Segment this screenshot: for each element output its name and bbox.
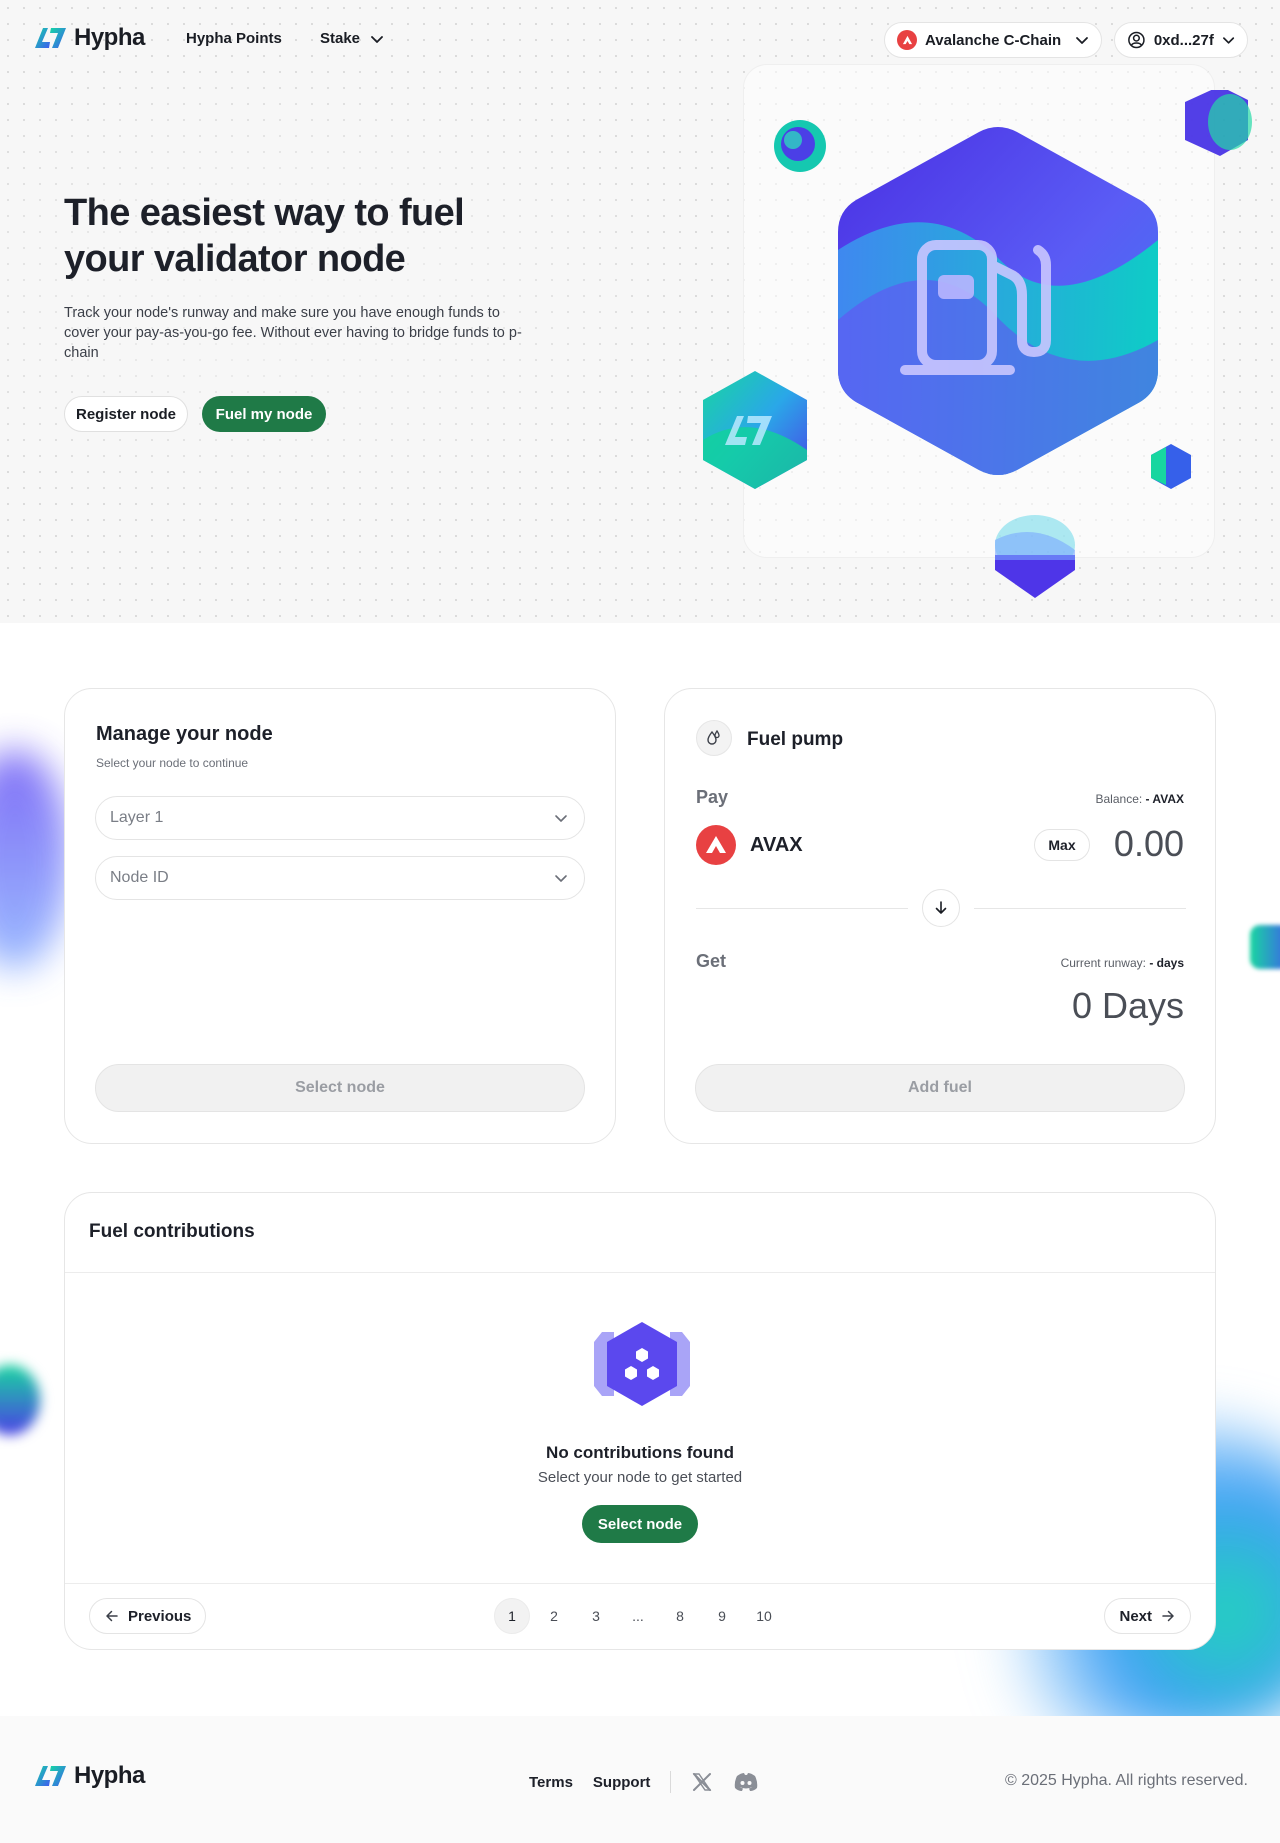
pagination: 1 2 3 ... 8 9 10: [494, 1598, 782, 1634]
next-label: Next: [1119, 1607, 1152, 1625]
divider-left: [696, 908, 908, 909]
manage-node-card: Manage your node Select your node to con…: [64, 688, 616, 1144]
page-3[interactable]: 3: [578, 1598, 614, 1634]
add-fuel-button[interactable]: Add fuel: [695, 1064, 1185, 1112]
network-selector[interactable]: Avalanche C-Chain: [884, 22, 1102, 58]
page-10[interactable]: 10: [746, 1598, 782, 1634]
contributions-title: Fuel contributions: [89, 1221, 255, 1242]
nav-stake-label: Stake: [320, 30, 361, 47]
previous-page-button[interactable]: Previous: [89, 1598, 207, 1634]
avalanche-icon: [897, 30, 917, 50]
big-hexagon: [838, 127, 1158, 475]
get-days-value: 0 Days: [1071, 985, 1184, 1026]
manage-subtitle: Select your node to continue: [96, 756, 249, 770]
footer: Hypha Terms Support © 2025 Hypha. All ri…: [0, 1716, 1280, 1843]
chevron-down-icon: [555, 875, 567, 882]
drops-icon: [696, 720, 732, 756]
runway-text: Current runway: - days: [1061, 956, 1184, 970]
avalanche-icon: [696, 825, 736, 865]
max-button[interactable]: Max: [1034, 829, 1090, 861]
page-8[interactable]: 8: [662, 1598, 698, 1634]
nav-stake-dropdown[interactable]: Stake: [320, 30, 384, 47]
side-blob-left-bottom: [0, 1365, 40, 1435]
account-selector[interactable]: 0xd...27f: [1114, 22, 1248, 58]
copyright: © 2025 Hypha. All rights reserved.: [1004, 1772, 1248, 1789]
arrow-down-icon: [935, 901, 947, 914]
fuel-pump-card: Fuel pump Pay Balance: - AVAX AVAX Max 0…: [664, 688, 1216, 1144]
discord-icon[interactable]: [733, 1772, 759, 1792]
next-page-button[interactable]: Next: [1104, 1598, 1191, 1634]
chevron-down-icon: [1076, 37, 1088, 44]
hero-section: Hypha Hypha Points Stake Avalanche C-Cha…: [0, 0, 1280, 623]
get-label: Get: [696, 951, 727, 971]
small-orb: [774, 120, 826, 172]
hypha-logo-icon: [35, 28, 66, 48]
empty-state-subtitle: Select your node to get started: [537, 1469, 743, 1486]
support-link[interactable]: Support: [593, 1774, 651, 1791]
footer-brand-name: Hypha: [74, 1762, 145, 1789]
hexagon-cluster-icon: [594, 1322, 690, 1406]
fuel-contributions-card: Fuel contributions No contributions foun…: [64, 1192, 1216, 1650]
divider-right: [974, 908, 1186, 909]
runway-prefix: Current runway:: [1060, 956, 1146, 970]
nav-hypha-points-label: Hypha Points: [186, 30, 282, 47]
fuel-hexagon-illustration: [703, 90, 1252, 598]
pay-amount-input[interactable]: 0.00: [1114, 823, 1184, 865]
x-icon[interactable]: [691, 1771, 713, 1793]
network-label: Avalanche C-Chain: [925, 31, 1062, 49]
hypha-logo-icon: [35, 1766, 66, 1786]
logo-hexagon-bottom-left: [703, 371, 807, 489]
page-ellipsis: ...: [632, 1608, 644, 1624]
chevron-down-icon: [371, 35, 383, 43]
layer-select[interactable]: Layer 1: [95, 796, 585, 840]
previous-label: Previous: [128, 1607, 192, 1625]
pagination-divider: [65, 1583, 1215, 1584]
footer-separator: [670, 1771, 672, 1793]
hero-title: The easiest way to fuel your validator n…: [64, 192, 465, 280]
balance-value: - AVAX: [1145, 792, 1184, 806]
token-display: AVAX: [696, 825, 803, 865]
manage-title: Manage your node: [96, 723, 273, 745]
chevron-down-icon: [555, 815, 567, 822]
runway-value: - days: [1149, 956, 1184, 970]
page-1[interactable]: 1: [494, 1598, 530, 1634]
pay-label: Pay: [696, 787, 729, 807]
hypha-logo[interactable]: Hypha: [32, 24, 145, 52]
node-id-select[interactable]: Node ID: [95, 856, 585, 900]
arrow-right-icon: [1162, 1610, 1174, 1622]
select-node-button[interactable]: Select node: [95, 1064, 585, 1112]
footer-links: Terms Support: [529, 1771, 759, 1793]
blurred-hexagon-top-right: [1185, 90, 1252, 156]
page-2[interactable]: 2: [536, 1598, 572, 1634]
token-symbol: AVAX: [750, 833, 803, 856]
side-blob-left: [0, 750, 70, 970]
page-9[interactable]: 9: [704, 1598, 740, 1634]
side-blob-right: [1250, 925, 1280, 969]
brand-name: Hypha: [74, 24, 145, 51]
swap-direction-button[interactable]: [922, 889, 960, 927]
balance-prefix: Balance:: [1095, 792, 1143, 806]
blurred-hexagon-bottom: [995, 515, 1075, 598]
empty-state-title: No contributions found: [546, 1443, 734, 1462]
user-circle-icon: [1128, 31, 1145, 49]
hero-subtitle: Track your node's runway and make sure y…: [64, 305, 522, 361]
terms-link[interactable]: Terms: [529, 1774, 573, 1791]
tiny-hexagon-right: [1151, 444, 1191, 489]
register-node-button[interactable]: Register node: [64, 396, 188, 432]
empty-select-node-button[interactable]: Select node: [582, 1505, 698, 1543]
node-id-placeholder: Node ID: [110, 869, 169, 886]
nav-hypha-points[interactable]: Hypha Points: [186, 30, 282, 47]
arrow-left-icon: [106, 1610, 118, 1622]
chevron-down-icon: [1222, 37, 1234, 44]
footer-logo[interactable]: Hypha: [32, 1762, 145, 1790]
balance-text: Balance: - AVAX: [1096, 792, 1185, 806]
fuel-my-node-button[interactable]: Fuel my node: [202, 396, 326, 432]
account-address: 0xd...27f: [1153, 31, 1214, 49]
layer-select-placeholder: Layer 1: [110, 809, 164, 826]
pump-title: Fuel pump: [747, 729, 844, 750]
contributions-header: Fuel contributions: [65, 1193, 1215, 1273]
